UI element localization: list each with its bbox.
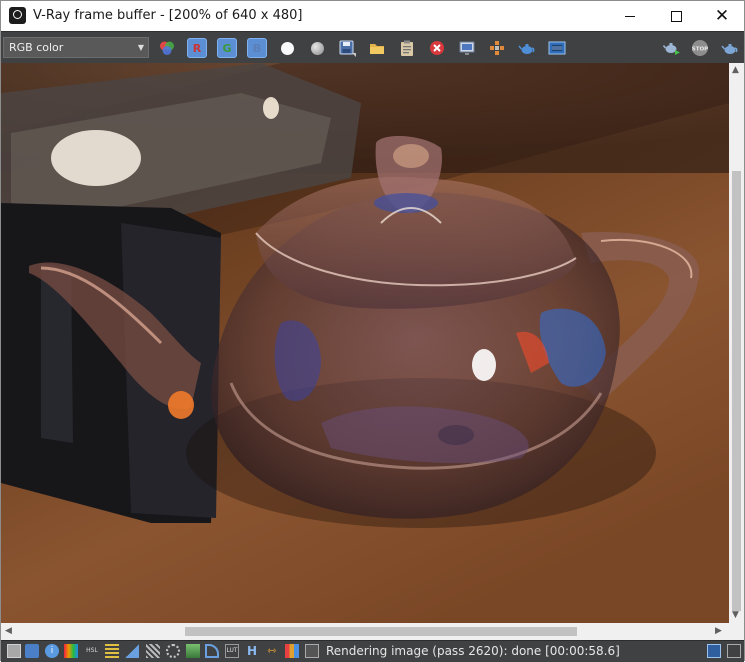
render-button[interactable]: [662, 38, 682, 58]
vertical-scrollbar[interactable]: ▲ ▼: [729, 63, 744, 623]
stamp-icon[interactable]: [305, 644, 319, 658]
scrollbar-corner: [729, 623, 744, 640]
title-bar: V-Ray frame buffer - [200% of 640 x 480]…: [1, 1, 744, 31]
compare-icon[interactable]: ⇿: [265, 644, 279, 658]
exposure-icon[interactable]: [146, 644, 160, 658]
folder-icon: [370, 44, 384, 54]
teapot-icon: [518, 44, 535, 54]
frame-icon[interactable]: [7, 644, 21, 658]
clear-image-button[interactable]: [427, 38, 447, 58]
window-layout-icon[interactable]: [707, 644, 721, 658]
close-button[interactable]: ✕: [699, 1, 745, 31]
color-corrections-button[interactable]: [157, 38, 177, 58]
view-alpha-button[interactable]: [307, 38, 327, 58]
vfb-window: V-Ray frame buffer - [200% of 640 x 480]…: [0, 0, 745, 662]
scroll-down-icon[interactable]: ▼: [732, 610, 739, 620]
layers-icon[interactable]: [25, 644, 39, 658]
channel-select[interactable]: RGB color ▼: [3, 37, 149, 58]
rgb-circles-icon: [160, 41, 174, 55]
ocio-icon[interactable]: [205, 644, 219, 658]
show-pixel-info-button[interactable]: [547, 38, 567, 58]
info-icon[interactable]: i: [45, 644, 59, 658]
channel-select-value: RGB color: [9, 41, 64, 54]
channels-icon[interactable]: [285, 644, 299, 658]
view-mono-button[interactable]: [277, 38, 297, 58]
minimize-button[interactable]: [607, 1, 653, 31]
history-button[interactable]: H: [247, 644, 261, 658]
color-balance-icon[interactable]: [64, 644, 78, 658]
lut-image-icon[interactable]: [186, 644, 200, 658]
render-region-button[interactable]: [517, 38, 537, 58]
curve-icon[interactable]: [125, 644, 139, 658]
copy-to-clipboard-button[interactable]: [397, 38, 417, 58]
teapot-render-icon: [663, 43, 680, 55]
status-message: Rendering image (pass 2620): done [00:00…: [326, 644, 620, 658]
load-image-button[interactable]: [367, 38, 387, 58]
green-channel-button[interactable]: G: [217, 38, 237, 58]
chevron-down-icon: ▼: [137, 43, 144, 52]
monitor-icon: [459, 41, 475, 55]
panel-toggle-icon[interactable]: [727, 644, 741, 658]
vray-logo-icon: [9, 7, 26, 24]
maximize-icon: [670, 10, 682, 22]
toolbar: RGB color ▼ R G B STOP: [1, 31, 744, 65]
render-viewport[interactable]: [1, 63, 729, 623]
red-x-icon: [430, 41, 444, 55]
clipboard-icon: [401, 40, 413, 56]
red-channel-button[interactable]: R: [187, 38, 207, 58]
follow-mouse-button[interactable]: [487, 38, 507, 58]
track-mouse-button[interactable]: [457, 38, 477, 58]
maximize-button[interactable]: [653, 1, 699, 31]
background-icon[interactable]: [166, 644, 180, 658]
stop-render-button[interactable]: STOP: [690, 38, 710, 58]
scroll-up-icon[interactable]: ▲: [732, 65, 739, 75]
svg-text:STOP: STOP: [692, 47, 708, 53]
floppy-disk-icon: [339, 40, 356, 57]
teapot-icon: [721, 44, 738, 54]
render-last-button[interactable]: [720, 38, 740, 58]
save-image-button[interactable]: [337, 38, 357, 58]
window-title: V-Ray frame buffer - [200% of 640 x 480]: [33, 8, 303, 23]
hsl-icon[interactable]: HSL: [85, 644, 99, 658]
horizontal-scroll-thumb[interactable]: [185, 627, 577, 636]
gray-sphere-icon: [310, 41, 324, 55]
stop-icon: STOP: [692, 40, 708, 56]
white-circle-icon: [280, 41, 294, 55]
status-bar: i HSL LUT H ⇿ Rendering image (pass 2620…: [1, 640, 744, 662]
close-icon: ✕: [714, 5, 730, 26]
lut-icon[interactable]: LUT: [225, 644, 239, 658]
scroll-right-icon[interactable]: ▶: [715, 626, 722, 636]
film-strip-icon: [548, 41, 566, 55]
levels-icon[interactable]: [105, 644, 119, 658]
scroll-left-icon[interactable]: ◀: [5, 626, 12, 636]
crosshair-icon: [490, 41, 504, 55]
rendered-teapot-image: [1, 63, 729, 623]
horizontal-scrollbar[interactable]: ◀ ▶: [1, 623, 729, 640]
vertical-scroll-thumb[interactable]: [732, 171, 741, 611]
blue-channel-button[interactable]: B: [247, 38, 267, 58]
minimize-icon: [625, 15, 635, 17]
